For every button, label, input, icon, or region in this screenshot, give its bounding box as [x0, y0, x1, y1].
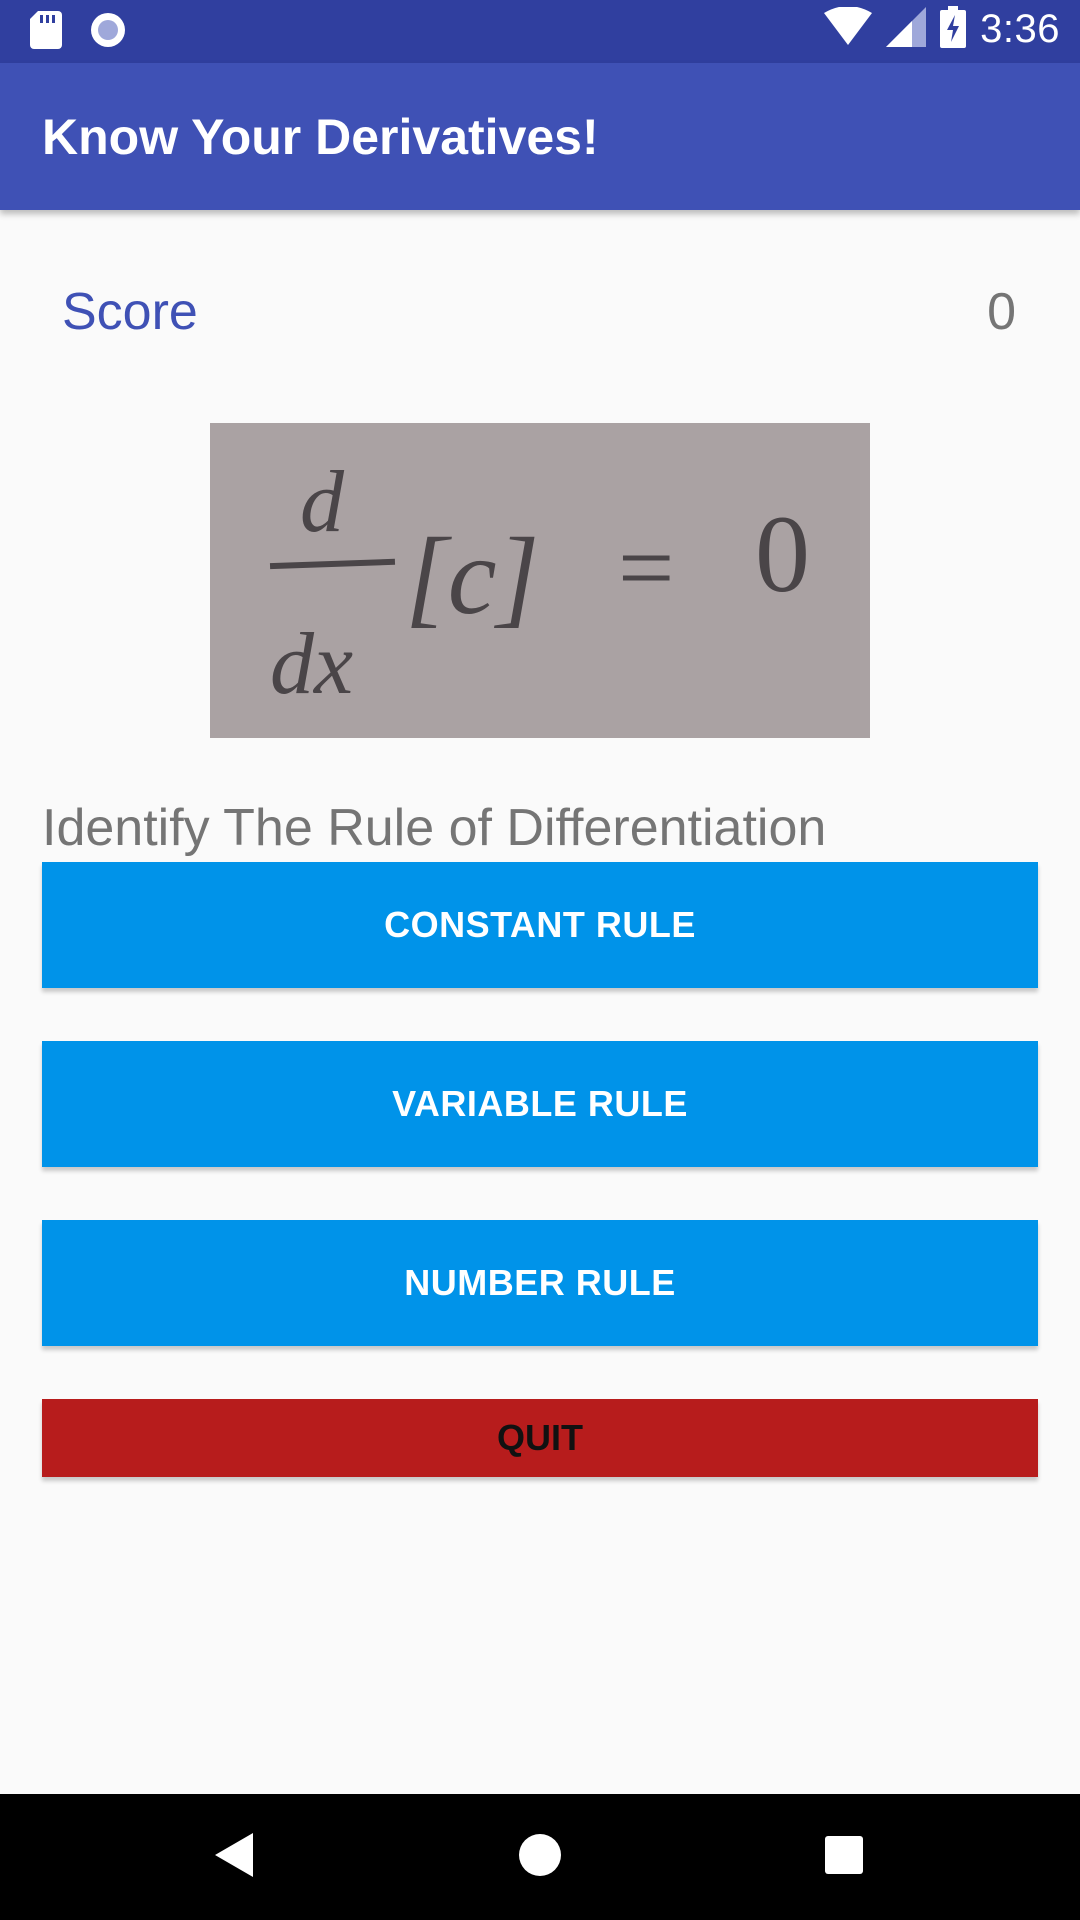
constant-rule-button[interactable]: CONSTANT RULE [42, 862, 1038, 988]
recents-icon [824, 1835, 864, 1880]
clock: 3:36 [980, 7, 1060, 51]
quit-button[interactable]: QUIT [42, 1399, 1038, 1477]
score-label: Score [62, 283, 198, 341]
wifi-icon [824, 6, 873, 52]
fraction-bar [269, 558, 396, 570]
cast-icon [88, 10, 128, 55]
formula-image: d dx [c] = 0 [210, 423, 870, 738]
home-button[interactable] [510, 1827, 570, 1887]
formula-numerator: d [300, 454, 345, 551]
formula-expression: [c] [405, 515, 539, 637]
status-bar: 3:36 [0, 0, 1080, 63]
formula-equals: = [618, 512, 674, 623]
formula-denominator: dx [270, 616, 353, 713]
recents-button[interactable] [814, 1827, 874, 1887]
question-text: Identify The Rule of Differentiation [42, 799, 827, 857]
signal-icon [886, 7, 927, 52]
formula-result: 0 [755, 493, 810, 615]
back-icon [213, 1831, 257, 1884]
home-icon [517, 1832, 563, 1883]
battery-charging-icon [940, 6, 967, 53]
navigation-bar [0, 1794, 1080, 1920]
back-button[interactable] [205, 1827, 265, 1887]
app-title: Know Your Derivatives! [42, 109, 599, 165]
score-value: 0 [987, 283, 1016, 341]
sd-card-icon [30, 11, 62, 54]
app-bar: Know Your Derivatives! [0, 63, 1080, 210]
variable-rule-button[interactable]: VARIABLE RULE [42, 1041, 1038, 1167]
number-rule-button[interactable]: NUMBER RULE [42, 1220, 1038, 1346]
